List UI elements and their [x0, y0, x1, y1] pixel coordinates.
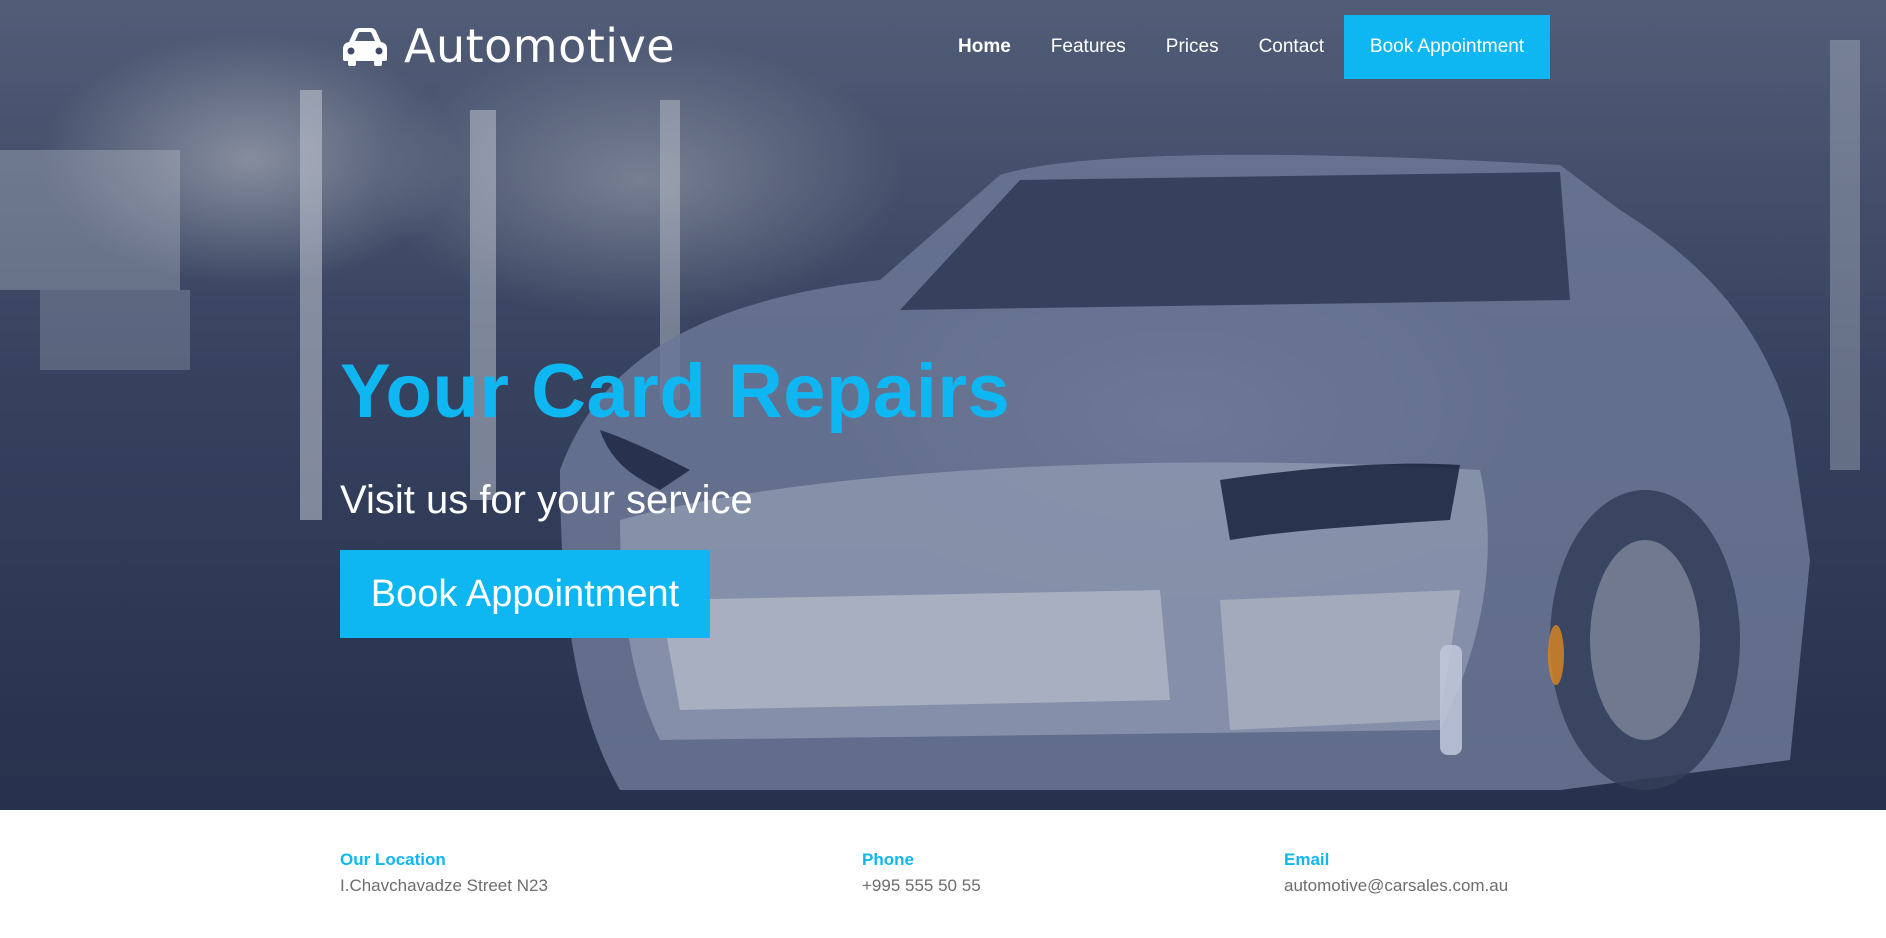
location-info: Our Location I.Chavchavadze Street N23 — [340, 850, 548, 896]
contact-info-bar: Our Location I.Chavchavadze Street N23 P… — [0, 810, 1886, 938]
nav-item-home[interactable]: Home — [958, 36, 1011, 58]
phone-label: Phone — [862, 850, 914, 869]
brand-name: Automotive — [404, 19, 676, 73]
nav-item-features[interactable]: Features — [1051, 36, 1126, 58]
car-icon — [343, 28, 387, 66]
email-label: Email — [1284, 850, 1330, 869]
hero-section: Automotive Home Features Prices Contact … — [0, 0, 1886, 810]
hero-title: Your Card Repairs — [340, 349, 1011, 434]
nav-item-contact[interactable]: Contact — [1259, 36, 1324, 58]
page: Automotive Home Features Prices Contact … — [0, 0, 1886, 938]
nav-item-prices[interactable]: Prices — [1166, 36, 1219, 58]
hero-subtitle: Visit us for your service — [340, 478, 753, 522]
hero-book-appointment-button[interactable]: Book Appointment — [340, 550, 710, 638]
phone-info: Phone +995 555 50 55 — [862, 850, 981, 896]
main-menu: Home Features Prices Contact — [958, 15, 1364, 79]
phone-value[interactable]: +995 555 50 55 — [862, 876, 981, 896]
location-value: I.Chavchavadze Street N23 — [340, 876, 548, 895]
top-navbar: Automotive Home Features Prices Contact … — [0, 0, 1886, 96]
location-label: Our Location — [340, 850, 446, 869]
email-info: Email automotive@carsales.com.au — [1284, 850, 1508, 896]
brand-logo[interactable]: Automotive — [340, 18, 675, 74]
email-value[interactable]: automotive@carsales.com.au — [1284, 876, 1508, 896]
nav-book-appointment-button[interactable]: Book Appointment — [1344, 15, 1550, 79]
